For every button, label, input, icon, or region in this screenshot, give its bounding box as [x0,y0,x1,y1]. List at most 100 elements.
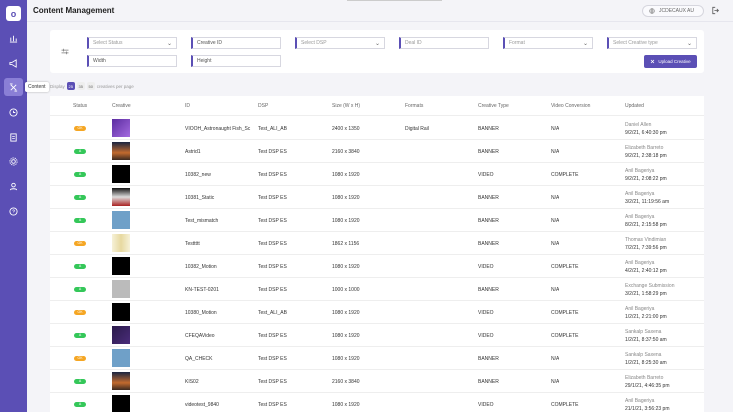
width-label: Width [93,58,106,64]
cell-id[interactable]: 10382_new [185,172,255,178]
table-row[interactable]: Avideotest_9840 Test DSP ES 1080 x 1920 VID… [50,393,704,412]
status-select-value: Select Status [93,40,123,46]
table-row[interactable]: OK Testtttt Test DSP ES 1862 x 1156 BANNER N/… [50,232,704,255]
cell-id[interactable]: VIOOH_Astronaught Fish_Sc [185,126,255,132]
filter-settings-icon[interactable] [61,48,69,55]
cell-id[interactable]: CFEQAVideo [185,333,255,339]
creative-thumbnail[interactable] [112,211,130,229]
updated-by: Anil Bageriya [625,168,655,174]
cell-id[interactable]: Test_mismatch [185,218,255,224]
creative-thumbnail[interactable] [112,372,130,390]
updated-by: Anil Bageriya [625,214,655,220]
cell-id[interactable]: videotest_9840 [185,402,255,408]
col-updated[interactable]: Updated [625,103,644,109]
creative-id-field[interactable]: Creative ID [191,37,281,49]
creative-thumbnail[interactable] [112,257,130,275]
height-field[interactable]: Height [191,55,281,67]
status-badge: A [74,379,86,384]
creatives-table: Status Creative ID DSP Size (W x H) Form… [50,96,704,412]
cell-conversion: N/A [551,287,560,293]
creative-type-select[interactable]: Select Creative type ⌄ [607,37,697,49]
col-formats[interactable]: Formats [405,103,423,109]
cell-updated: Anil Bageriya 3/2/21, 11:19:56 am [625,190,669,206]
cell-type: BANNER [478,379,499,385]
per-page-option[interactable]: 25 [66,82,75,90]
report-nav-icon[interactable] [4,128,23,146]
width-field[interactable]: Width [87,55,177,67]
table-row[interactable]: A 10381_Static Test DSP ES 1080 x 1920 BANNE… [50,186,704,209]
per-page-option[interactable]: 50 [86,82,95,90]
per-page-option[interactable]: 35 [76,82,85,90]
cell-type: VIDEO [478,264,494,270]
cell-updated: Anil Bageriya 8/2/21, 2:15:58 pm [625,213,667,229]
cell-type: BANNER [478,218,499,224]
updated-date: 3/2/21, 11:19:56 am [625,199,670,205]
cell-type: VIDEO [478,172,494,178]
creative-thumbnail[interactable] [112,303,130,321]
col-id[interactable]: ID [185,103,190,109]
cell-id[interactable]: KN-TEST-0201 [185,287,255,293]
table-row[interactable]: A KN-TEST-0201 Test DSP ES 1000 x 1000 BANNE… [50,278,704,301]
cell-id[interactable]: KIS02 [185,379,255,385]
cell-type: BANNER [478,241,499,247]
cell-id[interactable]: 10381_Static [185,195,255,201]
cell-type: BANNER [478,356,499,362]
creative-thumbnail[interactable] [112,349,130,367]
format-select[interactable]: Format ⌄ [503,37,593,49]
status-select[interactable]: Select Status ⌄ [87,37,177,49]
updated-date: 9/2/21, 2:38:18 pm [625,153,667,159]
cell-id[interactable]: 10382_Motion [185,264,255,270]
creative-thumbnail[interactable] [112,326,130,344]
creative-thumbnail[interactable] [112,188,130,206]
creative-thumbnail[interactable] [112,119,130,137]
users-nav-icon[interactable] [4,177,23,195]
deal-id-field[interactable]: Deal ID [399,37,489,49]
analytics-nav-icon[interactable] [4,29,23,47]
app-logo[interactable]: o [6,6,21,21]
table-row[interactable]: OK VIOOH_Astronaught Fish_Sc Test_ALI_AB 24… [50,117,704,140]
table-row[interactable]: A 10382_new Test DSP ES 1080 x 1920 VIDEO COM… [50,163,704,186]
cell-size: 2160 x 3840 [332,379,360,385]
table-row[interactable]: A KIS02 Test DSP ES 2160 x 3840 BANNER N/A Eli… [50,370,704,393]
account-selector[interactable]: JCDECAUX AU [642,5,704,17]
col-size[interactable]: Size (W x H) [332,103,360,109]
cell-dsp: Test DSP ES [258,333,287,339]
cell-id[interactable]: Astrid1 [185,149,255,155]
status-badge: A [74,218,86,223]
col-creative[interactable]: Creative [112,103,131,109]
table-row[interactable]: A Test_mismatch Test DSP ES 1080 x 1920 BANN… [50,209,704,232]
creative-thumbnail[interactable] [112,234,130,252]
table-row[interactable]: A Astrid1 Test DSP ES 2160 x 3840 BANNER N/A E… [50,140,704,163]
col-dsp[interactable]: DSP [258,103,268,109]
upload-icon [651,59,655,64]
top-divider [347,0,442,1]
cell-conversion: N/A [551,126,560,132]
table-row[interactable]: A CFEQAVideo Test DSP ES 1080 x 1920 VIDEO CO… [50,324,704,347]
col-video-conversion[interactable]: Video Conversion [551,103,590,109]
table-row[interactable]: OK 10380_Motion Test_ALI_AB 1080 x 1920 VIDE… [50,301,704,324]
cell-type: BANNER [478,126,499,132]
settings-nav-icon[interactable] [4,152,23,170]
campaign-nav-icon[interactable] [4,54,23,72]
dsp-select[interactable]: Select DSP ⌄ [295,37,385,49]
upload-creative-button[interactable]: Upload Creative [644,55,697,68]
help-nav-icon[interactable] [4,202,23,220]
creative-thumbnail[interactable] [112,395,130,412]
updated-by: Anil Bageriya [625,260,655,266]
col-status[interactable]: Status [73,103,87,109]
creative-thumbnail[interactable] [112,142,130,160]
cell-type: BANNER [478,287,499,293]
cell-id[interactable]: QA_CHECK [185,356,255,362]
content-nav-icon[interactable] [4,78,23,96]
table-row[interactable]: A 10382_Motion Test DSP ES 1080 x 1920 VIDEO… [50,255,704,278]
creative-thumbnail[interactable] [112,280,130,298]
schedule-nav-icon[interactable] [4,103,23,121]
cell-id[interactable]: Testtttt [185,241,255,247]
cell-size: 1080 x 1920 [332,218,360,224]
cell-size: 1080 x 1920 [332,333,360,339]
cell-id[interactable]: 10380_Motion [185,310,255,316]
creative-thumbnail[interactable] [112,165,130,183]
logout-icon[interactable] [712,6,720,15]
col-creative-type[interactable]: Creative Type [478,103,509,109]
table-row[interactable]: OK QA_CHECK Test DSP ES 1080 x 1920 BANNER N/… [50,347,704,370]
